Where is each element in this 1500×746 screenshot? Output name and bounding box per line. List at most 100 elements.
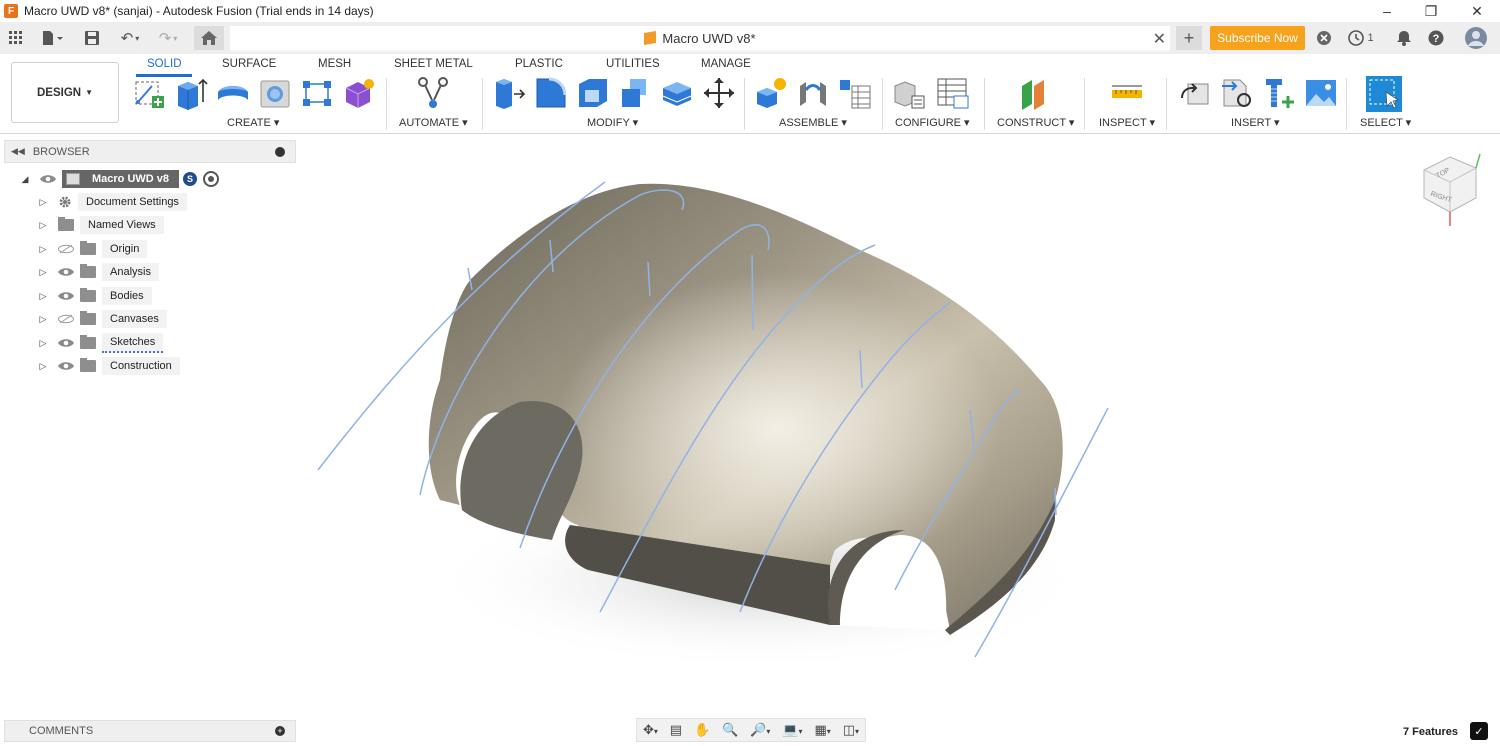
new-tab-plus-icon[interactable]: + [1176,26,1202,50]
visibility-eye-icon[interactable] [58,361,74,371]
browser-item-analysis[interactable]: ▷ Analysis [38,262,159,282]
new-component-icon[interactable] [754,76,788,110]
viewports-icon[interactable]: ◫▾ [843,722,859,738]
close-tab-icon[interactable]: ✕ [1153,29,1166,49]
shell-icon[interactable] [576,76,610,110]
browser-item-bodies[interactable]: ▷ Bodies [38,286,152,306]
tab-plastic[interactable]: PLASTIC [515,58,563,70]
user-avatar[interactable] [1464,26,1488,50]
fillet-icon[interactable] [534,76,568,110]
browser-root-row[interactable]: ◢ Macro UWD v8 S [20,169,220,189]
tab-surface[interactable]: SURFACE [222,58,276,70]
save-icon[interactable] [82,26,102,50]
hole-icon[interactable] [258,76,292,110]
workspace-switcher[interactable]: DESIGN ▼ [11,62,119,123]
visibility-eye-icon[interactable] [58,291,74,301]
browser-panel-header[interactable]: ◀◀ BROWSER [4,140,296,163]
expand-triangle-icon[interactable]: ▷ [38,220,48,231]
minimize-button[interactable]: – [1364,0,1410,22]
select-icon[interactable] [1366,76,1402,112]
tab-solid[interactable]: SOLID [147,58,182,70]
shared-badge-icon[interactable]: S [183,172,198,186]
tab-mesh[interactable]: MESH [318,58,351,70]
group-create-label[interactable]: CREATE ▾ [227,116,279,129]
insert-mcmaster-icon[interactable] [1220,76,1254,110]
joint-icon[interactable] [796,76,830,110]
expand-triangle-icon[interactable]: ▷ [38,244,48,255]
add-comment-icon[interactable]: + [275,726,285,736]
automate-icon[interactable] [416,76,450,110]
visibility-eye-icon[interactable] [58,267,74,277]
pan-hand-icon[interactable]: ✋ [694,722,710,738]
expanded-triangle-icon[interactable]: ◢ [20,174,30,185]
visibility-eye-icon[interactable] [58,338,74,348]
browser-item-origin[interactable]: ▷ Origin [38,239,148,259]
configure-icon[interactable] [892,76,926,110]
group-configure-label[interactable]: CONFIGURE ▾ [895,116,970,129]
tab-utilities[interactable]: UTILITIES [606,58,660,70]
data-panel-grid-icon[interactable] [6,26,26,50]
browser-item-construction[interactable]: ▷ Construction [38,356,180,376]
expand-triangle-icon[interactable]: ▷ [38,267,48,278]
sketch-curve[interactable] [751,254,754,331]
maximize-button[interactable]: ❐ [1408,0,1454,22]
group-modify-label[interactable]: MODIFY ▾ [587,116,638,129]
extrude-icon[interactable] [174,76,208,110]
browser-item-document-settings[interactable]: ▷ Document Settings [38,192,187,212]
group-automate-label[interactable]: AUTOMATE ▾ [399,116,468,129]
group-select-label[interactable]: SELECT ▾ [1360,116,1411,129]
hidden-eye-icon[interactable] [58,314,74,324]
expand-triangle-icon[interactable]: ▷ [38,314,48,325]
insert-derive-icon[interactable] [1178,76,1212,110]
bill-of-materials-icon[interactable] [838,76,872,110]
extensions-icon[interactable] [1314,26,1334,50]
measure-icon[interactable] [1110,76,1144,110]
visibility-eye-icon[interactable] [40,174,56,184]
canvas-viewport[interactable] [300,134,1500,716]
notifications-bell-icon[interactable] [1394,26,1414,50]
expand-triangle-icon[interactable]: ▷ [38,361,48,372]
home-icon[interactable] [194,26,224,50]
job-status-button[interactable]: 1 [1346,26,1376,50]
group-insert-label[interactable]: INSERT ▾ [1231,116,1280,129]
grid-settings-icon[interactable]: ▦▾ [814,722,830,738]
insert-decal-icon[interactable] [1304,76,1338,110]
press-pull-icon[interactable] [492,76,526,110]
offset-face-icon[interactable] [660,76,694,110]
fit-zoom-icon[interactable]: 🔎▾ [750,722,770,738]
display-settings-icon[interactable]: 💻▾ [782,722,802,738]
offset-plane-icon[interactable] [1018,76,1052,110]
close-window-button[interactable]: ✕ [1454,0,1500,22]
timeline-toggle-icon[interactable]: ✓ [1470,722,1488,740]
activate-radio-icon[interactable] [203,171,220,187]
sketch-curve[interactable] [1054,487,1057,516]
collapse-panel-icon[interactable]: ◀◀ [11,146,25,157]
expand-triangle-icon[interactable]: ▷ [38,338,48,349]
insert-fastener-icon[interactable] [1262,76,1296,110]
document-tab[interactable]: Macro UWD v8* ✕ [230,26,1170,52]
browser-item-named-views[interactable]: ▷ Named Views [38,215,164,235]
browser-item-sketches[interactable]: ▷ Sketches [38,333,164,353]
expand-triangle-icon[interactable]: ▷ [38,291,48,302]
browser-item-canvases[interactable]: ▷ Canvases [38,309,167,329]
file-menu-icon[interactable] [38,26,68,50]
subscribe-now-button[interactable]: Subscribe Now [1210,26,1305,50]
help-icon[interactable]: ? [1426,26,1446,50]
group-construct-label[interactable]: CONSTRUCT ▾ [997,116,1074,129]
revolve-icon[interactable] [216,76,250,110]
configuration-table-icon[interactable] [936,76,970,110]
undo-icon[interactable]: ↶ ▾ [114,26,146,50]
combine-icon[interactable] [618,76,652,110]
tab-sheet-metal[interactable]: SHEET METAL [394,58,473,70]
create-form-icon[interactable] [342,76,376,110]
create-sketch-icon[interactable] [132,76,166,110]
move-copy-icon[interactable] [702,76,736,110]
redo-icon[interactable]: ↷ ▾ [152,26,184,50]
zoom-icon[interactable]: 🔍 [722,722,738,738]
root-component-label[interactable]: Macro UWD v8 [62,170,180,188]
hidden-eye-icon[interactable] [58,244,74,254]
tab-manage[interactable]: MANAGE [701,58,751,70]
look-at-icon[interactable]: ▤ [670,722,682,738]
group-assemble-label[interactable]: ASSEMBLE ▾ [779,116,847,129]
orbit-icon[interactable]: ✥▾ [643,722,658,738]
